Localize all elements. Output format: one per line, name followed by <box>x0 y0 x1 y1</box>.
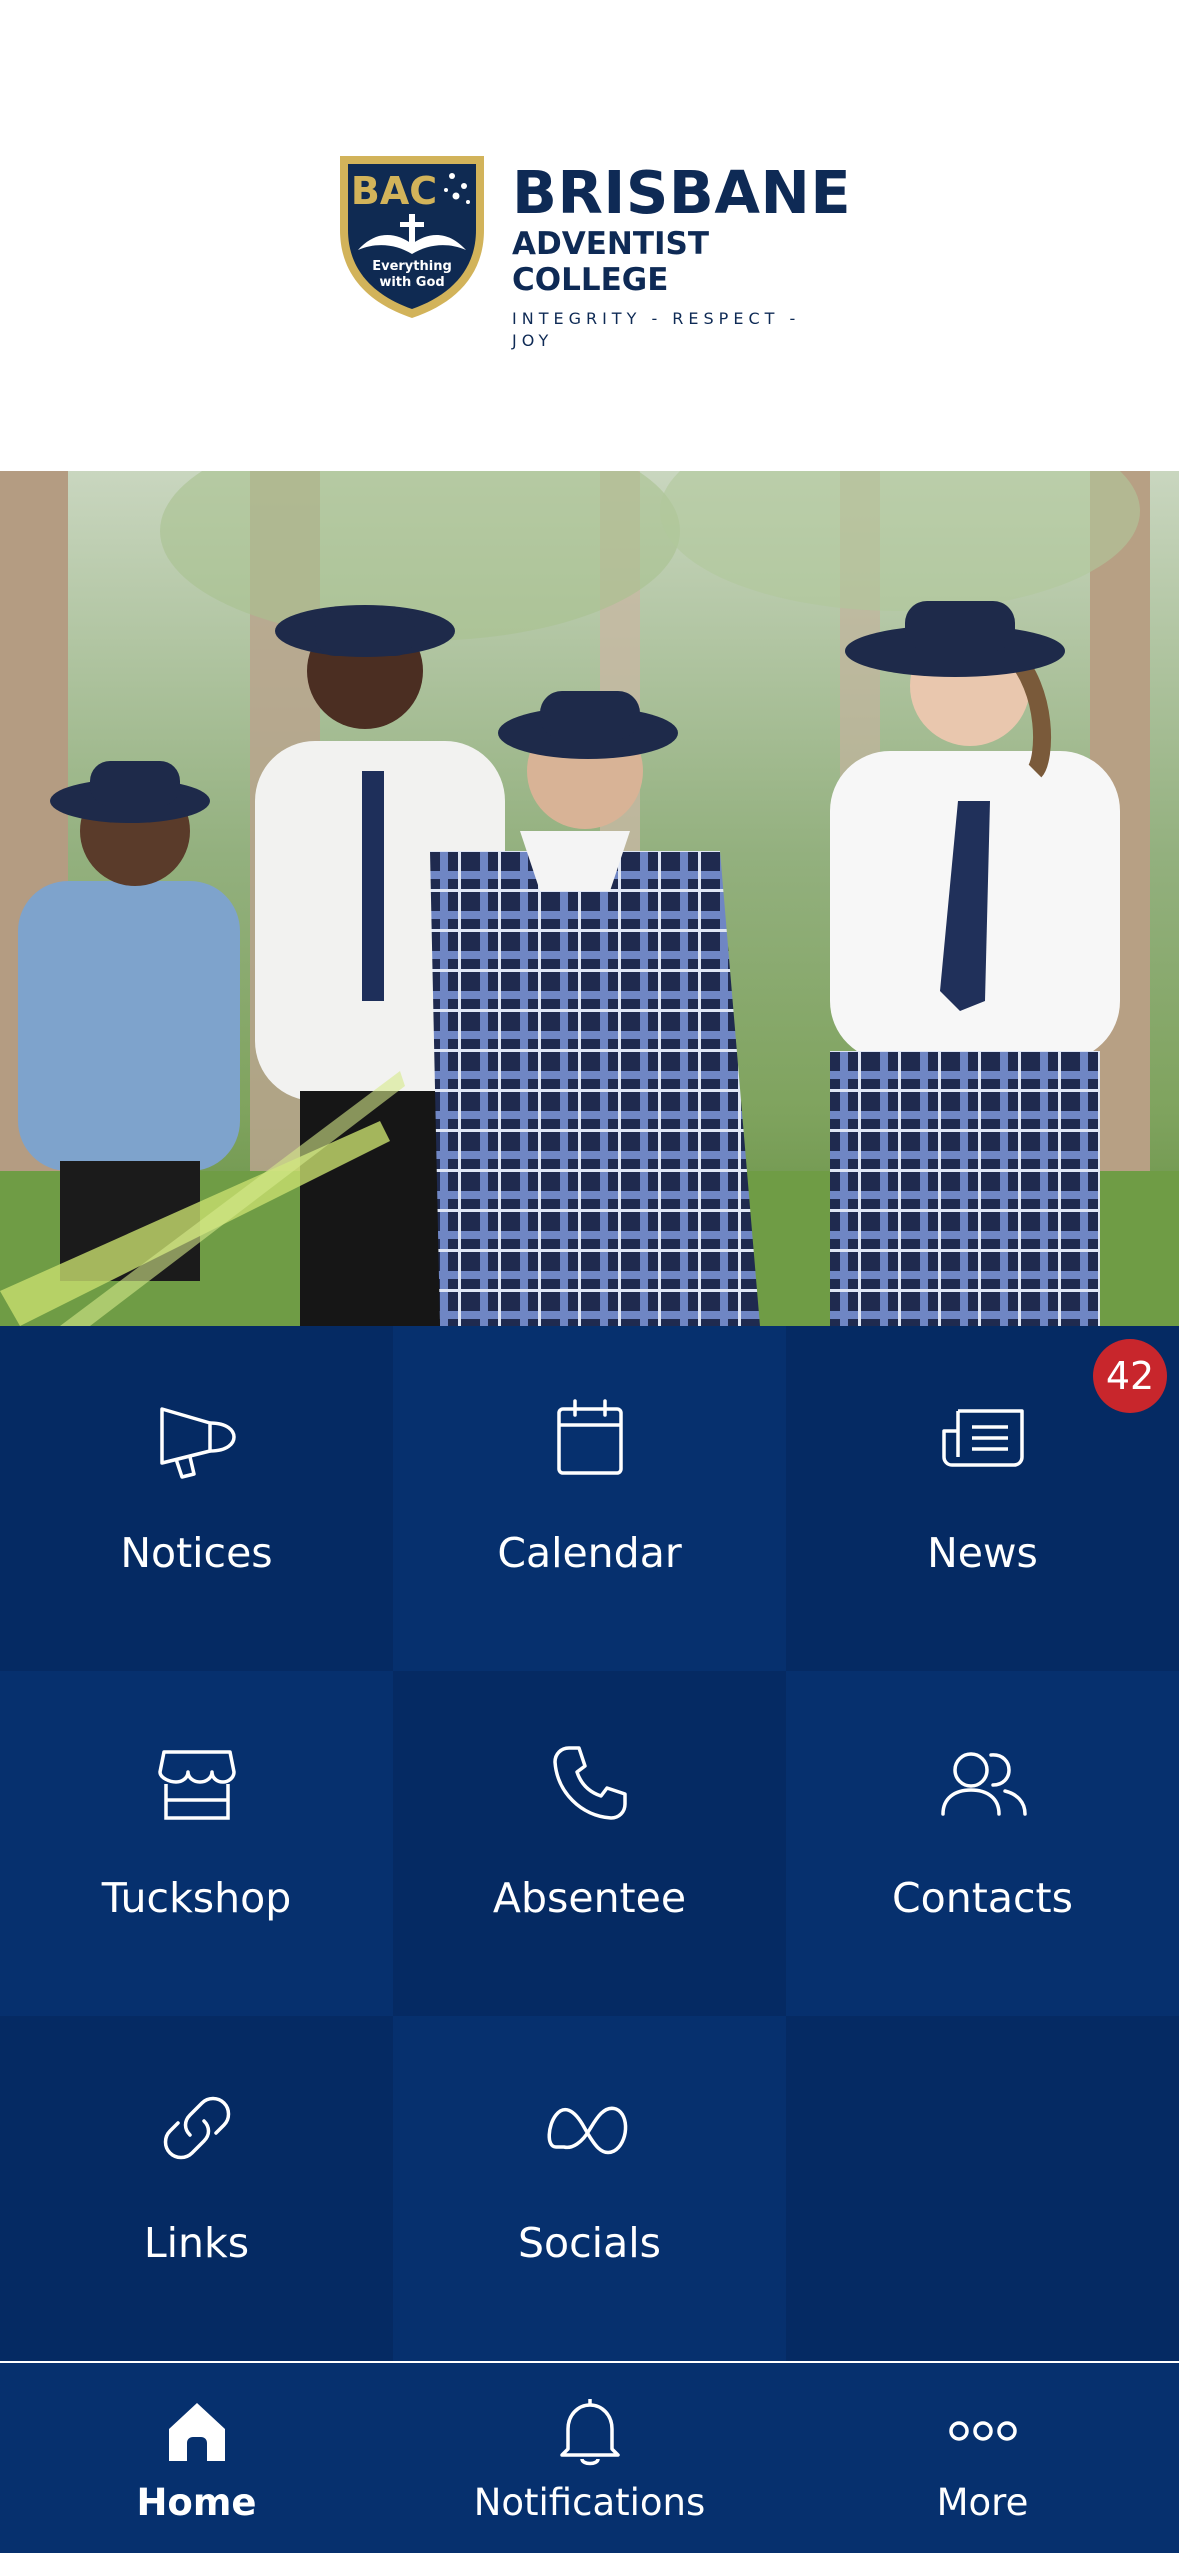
brand-subname: ADVENTIST COLLEGE <box>512 226 709 298</box>
calendar-icon <box>556 1399 623 1475</box>
tile-absentee[interactable]: Absentee <box>393 1671 786 2016</box>
home-icon <box>168 2403 225 2461</box>
svg-text:Everything: Everything <box>372 259 452 274</box>
tile-label: Absentee <box>492 1874 687 1922</box>
news-count-badge: 42 <box>1093 1339 1167 1413</box>
tile-label: Socials <box>518 2219 661 2267</box>
tile-notices[interactable]: Notices <box>0 1326 393 1671</box>
tile-tuckshop[interactable]: Tuckshop <box>0 1671 393 2016</box>
phone-icon <box>552 1746 627 1820</box>
tab-more[interactable]: More <box>786 2363 1179 2553</box>
brand-wordmark: BRISBANE ADVENTIST COLLEGE INTEGRITY - R… <box>512 162 851 352</box>
tile-label: Contacts <box>892 1874 1073 1922</box>
tile-contacts[interactable]: Contacts <box>786 1671 1179 2016</box>
tab-notifications[interactable]: Notifications <box>393 2363 786 2553</box>
tile-calendar[interactable]: Calendar <box>393 1326 786 1671</box>
tile-label: Links <box>143 2219 250 2267</box>
college-crest-icon: BAC Everything with God <box>340 156 484 318</box>
hero-image <box>0 471 1179 1326</box>
bottom-tab-bar: Home Notifications More <box>0 2363 1179 2553</box>
tile-label: Tuckshop <box>101 1874 292 1922</box>
tab-home[interactable]: Home <box>0 2363 393 2553</box>
megaphone-icon <box>159 1407 236 1479</box>
college-logo: BAC Everything with God BRISBANE ADVENTI… <box>336 152 851 350</box>
brand-name: BRISBANE <box>512 158 852 227</box>
tile-socials[interactable]: Socials <box>393 2016 786 2361</box>
tab-label: Home <box>136 2481 257 2524</box>
app-header: BAC Everything with God BRISBANE ADVENTI… <box>0 0 1179 471</box>
tile-label: Calendar <box>497 1529 682 1577</box>
shop-icon <box>157 1750 236 1820</box>
bell-icon <box>559 2399 620 2466</box>
tile-links[interactable]: Links <box>0 2016 393 2361</box>
tile-empty <box>786 2016 1179 2361</box>
svg-text:with God: with God <box>379 275 444 290</box>
tab-label: More <box>936 2481 1029 2524</box>
hero-photo <box>0 471 1179 1326</box>
link-icon <box>163 2096 230 2160</box>
tab-label: Notifications <box>473 2481 706 2524</box>
brand-tagline: INTEGRITY - RESPECT - JOY <box>512 309 801 350</box>
meta-icon <box>547 2106 627 2155</box>
tile-label: News <box>927 1529 1038 1577</box>
newspaper-icon <box>941 1409 1024 1467</box>
tile-label: Notices <box>120 1529 273 1577</box>
menu-grid: Notices Calendar News Tuckshop Absentee … <box>0 1326 1179 2363</box>
more-dots-icon <box>948 2421 1017 2441</box>
people-icon <box>940 1752 1027 1816</box>
crest-letters: BAC <box>351 169 437 213</box>
